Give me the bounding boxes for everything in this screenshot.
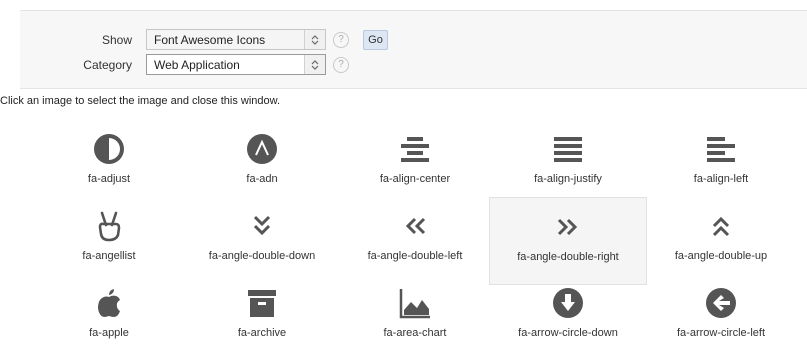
icon-name: fa-angellist [82,250,136,262]
angle-double-right-icon [490,210,646,244]
icon-tile[interactable]: fa-align-left [642,120,800,208]
icon-tile[interactable]: fa-angellist [30,197,188,285]
icon-name: fa-arrow-circle-down [518,327,618,339]
category-row: Category Web Application ? [20,54,349,75]
icon-tile[interactable]: fa-angle-double-left [336,197,494,285]
icon-tile[interactable]: fa-adjust [30,120,188,208]
icon-name: fa-apple [89,327,129,339]
category-label: Category [83,57,132,72]
category-select-value: Web Application [154,57,240,72]
icon-name: fa-align-center [379,173,451,185]
icon-name: fa-align-justify [534,173,602,185]
help-icon[interactable]: ? [333,56,349,73]
icon-name: fa-align-left [693,173,749,185]
icon-tile[interactable]: fa-arrow-circle-left [642,274,800,362]
angellist-icon [30,209,188,243]
show-select[interactable]: Font Awesome Icons [146,29,326,50]
adn-icon [183,132,341,166]
category-select[interactable]: Web Application [146,54,326,75]
instructions-text: Click an image to select the image and c… [0,95,281,107]
go-button[interactable]: Go [363,29,388,50]
icon-tile[interactable]: fa-align-center [336,120,494,208]
icon-tile[interactable]: fa-apple [30,274,188,362]
align-center-icon [336,132,494,166]
arrow-circle-left-icon [642,286,800,320]
arrow-circle-down-icon [489,286,647,320]
angle-double-down-icon [183,209,341,243]
select-arrows-icon [304,55,325,74]
icon-tile[interactable]: fa-archive [183,274,341,362]
show-row: Show Font Awesome Icons ? Go [20,29,388,50]
icon-name: fa-adjust [87,173,131,185]
icon-tile[interactable]: fa-area-chart [336,274,494,362]
angle-double-left-icon [336,209,494,243]
icon-name: fa-angle-double-right [517,251,619,263]
icon-name: fa-archive [237,327,287,339]
show-label: Show [101,32,132,47]
icon-tile[interactable]: fa-angle-double-up [642,197,800,285]
angle-double-up-icon [642,209,800,243]
align-left-icon [642,132,800,166]
icon-tile-selected[interactable]: fa-angle-double-right [489,197,647,285]
apple-icon [30,286,188,320]
icon-name: fa-angle-double-left [367,250,463,262]
icon-name: fa-area-chart [383,327,447,339]
icon-name: fa-angle-double-down [208,250,316,262]
icon-filter-panel: Show Font Awesome Icons ? Go Category We… [20,10,807,89]
icon-name: fa-angle-double-up [674,250,768,262]
icon-name: fa-arrow-circle-left [676,327,765,339]
icon-tile[interactable]: fa-align-justify [489,120,647,208]
help-icon[interactable]: ? [333,31,349,48]
icon-tile[interactable]: fa-angle-double-down [183,197,341,285]
adjust-icon [30,132,188,166]
archive-icon [183,286,341,320]
align-justify-icon [489,132,647,166]
area-chart-icon [336,286,494,320]
select-arrows-icon [304,30,325,49]
icon-name: fa-adn [246,173,278,185]
show-select-value: Font Awesome Icons [154,32,266,47]
icon-tile[interactable]: fa-adn [183,120,341,208]
icon-tile[interactable]: fa-arrow-circle-down [489,274,647,362]
